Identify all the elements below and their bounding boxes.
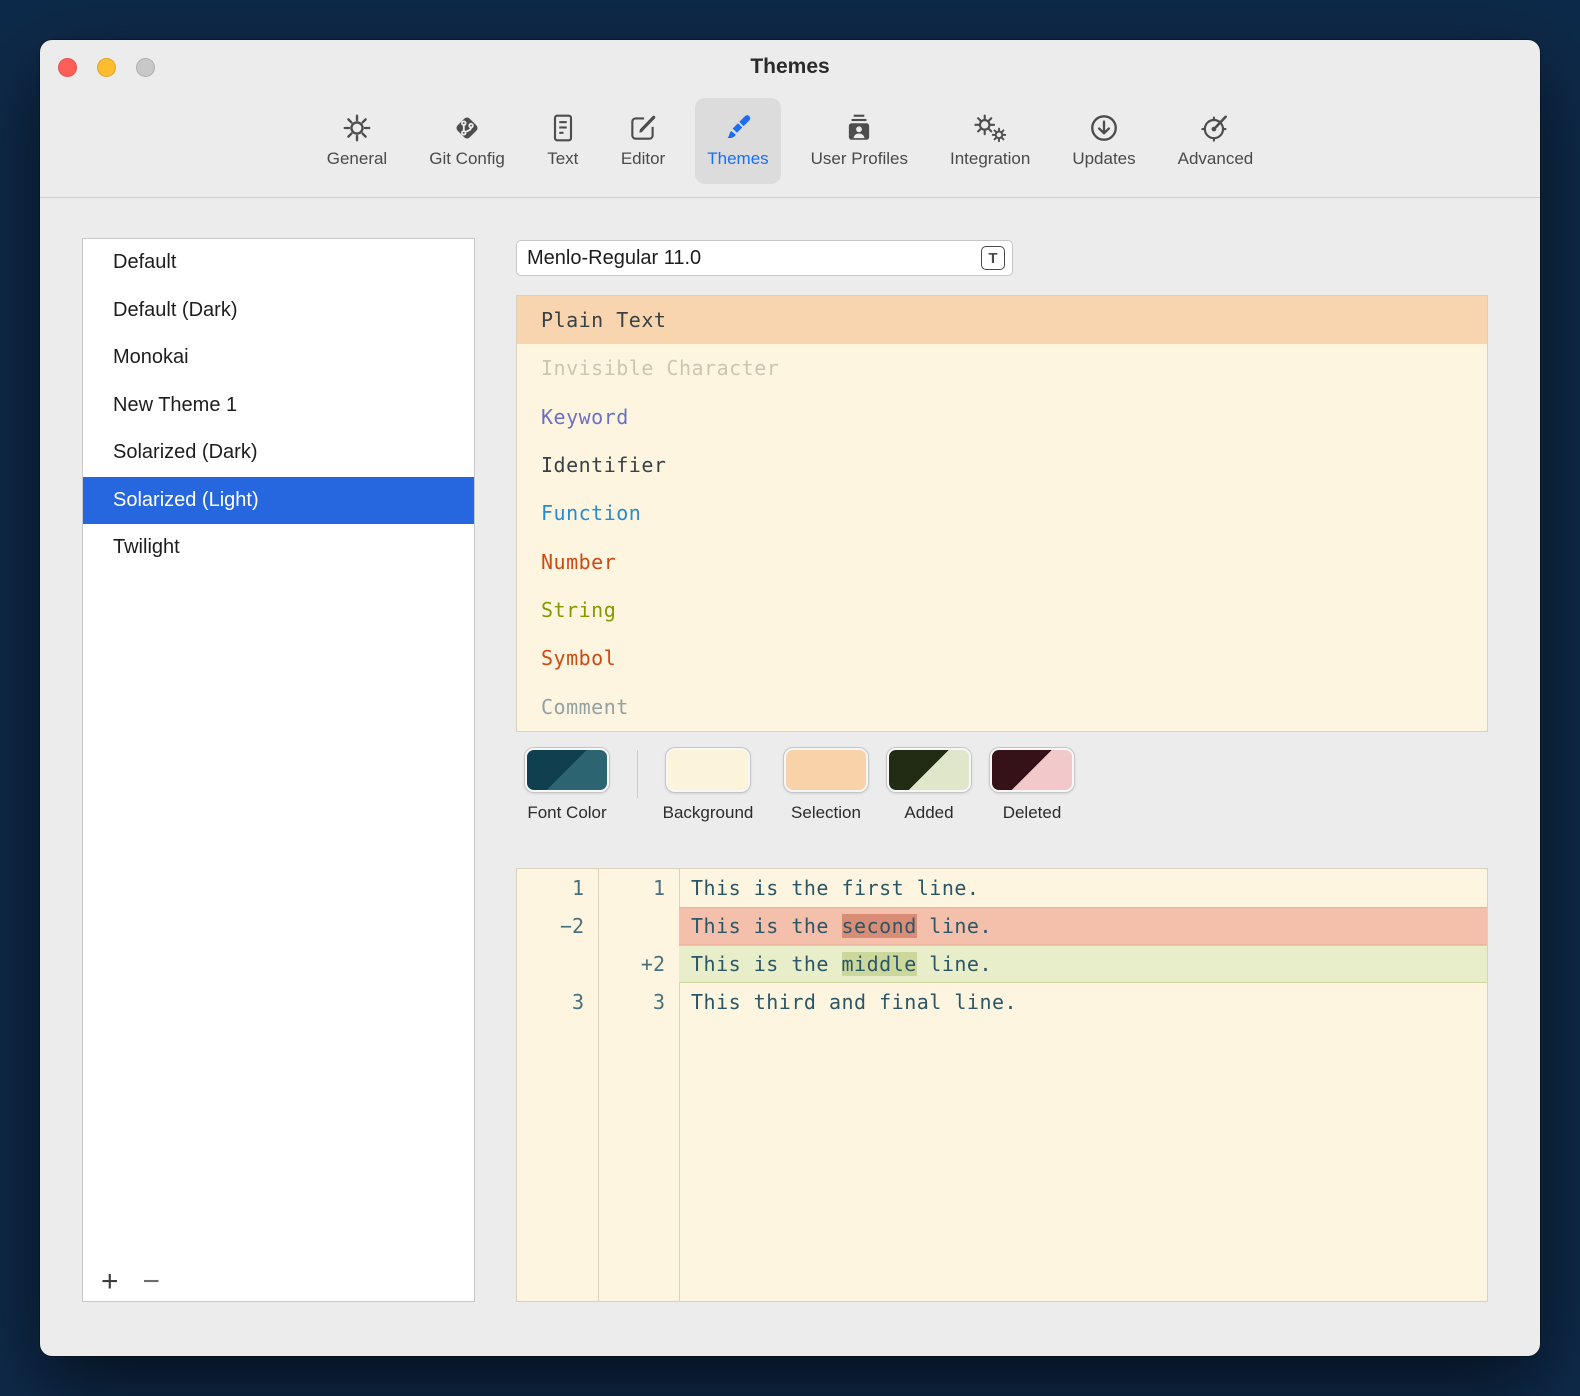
new-line-number: 1 [598,869,679,907]
font-field-value: Menlo-Regular 11.0 [527,247,981,270]
user-profiles-icon [843,108,875,144]
preview-row-keyword[interactable]: Keyword [517,393,1487,441]
toolbar-item-text[interactable]: Text [535,98,591,184]
swatch-label: Background [649,803,767,823]
preview-row-plain-text[interactable]: Plain Text [517,296,1487,344]
new-line-number: +2 [598,945,679,983]
swatch-label: Added [870,803,988,823]
toolbar-divider [40,197,1540,198]
font-color-well[interactable] [525,748,609,792]
diff-line-added: +2 This is the middle line. [517,945,1487,983]
selection-color-well[interactable] [784,748,868,792]
diff-text-segment: This is the [691,914,842,938]
toolbar-label: Updates [1072,149,1135,169]
swatch-label: Selection [767,803,885,823]
preview-row-number[interactable]: Number [517,537,1487,585]
theme-list-item[interactable]: New Theme 1 [83,382,474,430]
toolbar-item-general[interactable]: General [315,98,399,184]
toolbar-item-integration[interactable]: Integration [938,98,1042,184]
added-word-highlight: middle [842,952,917,976]
diff-text-segment: line. [917,914,992,938]
git-branch-icon [451,108,483,144]
preview-row-symbol[interactable]: Symbol [517,634,1487,682]
theme-list-item-selected[interactable]: Solarized (Light) [83,477,474,525]
diff-preview: 1 1 This is the first line. −2 This is t… [516,868,1488,1302]
deleted-word-highlight: second [842,914,917,938]
diff-line-1: 1 1 This is the first line. [517,869,1487,907]
toolbar-label: Editor [621,149,665,169]
diff-line-text: This is the second line. [679,907,1487,945]
old-line-number: 3 [517,983,598,1021]
theme-list-item[interactable]: Default (Dark) [83,287,474,335]
swatch-divider [637,750,638,798]
old-line-number: −2 [517,907,598,945]
toolbar-label: Integration [950,149,1030,169]
toolbar-item-updates[interactable]: Updates [1060,98,1147,184]
toolbar-item-advanced[interactable]: Advanced [1166,98,1266,184]
new-line-number [598,907,679,945]
download-circle-icon [1088,108,1120,144]
diff-line-text: This is the first line. [679,869,1487,907]
theme-list-item[interactable]: Twilight [83,524,474,572]
gears-icon [972,108,1008,144]
added-color-well[interactable] [887,748,971,792]
old-line-number: 1 [517,869,598,907]
toolbar-label: Git Config [429,149,505,169]
toolbar-item-git-config[interactable]: Git Config [417,98,517,184]
theme-list-panel: Default Default (Dark) Monokai New Theme… [82,238,475,1302]
toolbar-label: User Profiles [811,149,908,169]
swatch-font-color: Font Color [508,748,626,823]
diff-line-text: This third and final line. [679,983,1487,1021]
swatch-deleted: Deleted [973,748,1091,823]
theme-list-item[interactable]: Solarized (Dark) [83,429,474,477]
deleted-color-well[interactable] [990,748,1074,792]
gear-icon [341,108,373,144]
preview-row-string[interactable]: String [517,586,1487,634]
window-title: Themes [40,55,1540,79]
list-actions: + − [101,1267,160,1297]
toolbar-item-editor[interactable]: Editor [609,98,677,184]
diff-line-text: This is the middle line. [679,945,1487,983]
preview-row-comment[interactable]: Comment [517,682,1487,730]
add-theme-button[interactable]: + [101,1267,119,1297]
swatch-added: Added [870,748,988,823]
diff-text-segment: line. [917,952,992,976]
preferences-window: Themes General [40,40,1540,1356]
diff-text-segment: This is the [691,952,842,976]
theme-list-item[interactable]: Monokai [83,334,474,382]
preferences-toolbar: General Git Config [40,98,1540,184]
theme-preview: Plain Text Invisible Character Keyword I… [516,295,1488,732]
remove-theme-button[interactable]: − [143,1267,161,1297]
advanced-gear-icon [1199,108,1231,144]
swatch-label: Deleted [973,803,1091,823]
font-field[interactable]: Menlo-Regular 11.0 T [516,240,1013,276]
preview-row-function[interactable]: Function [517,489,1487,537]
diff-line-deleted: −2 This is the second line. [517,907,1487,945]
preview-row-identifier[interactable]: Identifier [517,441,1487,489]
diff-line-3: 3 3 This third and final line. [517,983,1487,1021]
text-document-icon [547,108,579,144]
old-line-number [517,945,598,983]
paintbrush-icon [722,108,754,144]
toolbar-item-themes[interactable]: Themes [695,98,780,184]
toolbar-label: Advanced [1178,149,1254,169]
preview-row-invisible-character[interactable]: Invisible Character [517,344,1487,392]
editor-pencil-icon [627,108,659,144]
background-color-well[interactable] [666,748,750,792]
new-line-number: 3 [598,983,679,1021]
font-picker-button[interactable]: T [981,246,1005,270]
toolbar-item-user-profiles[interactable]: User Profiles [799,98,920,184]
toolbar-label: General [327,149,387,169]
theme-list-item[interactable]: Default [83,239,474,287]
toolbar-label: Themes [707,149,768,169]
swatch-selection: Selection [767,748,885,823]
toolbar-label: Text [547,149,578,169]
swatch-background: Background [649,748,767,823]
titlebar: Themes [40,40,1540,98]
swatch-label: Font Color [508,803,626,823]
